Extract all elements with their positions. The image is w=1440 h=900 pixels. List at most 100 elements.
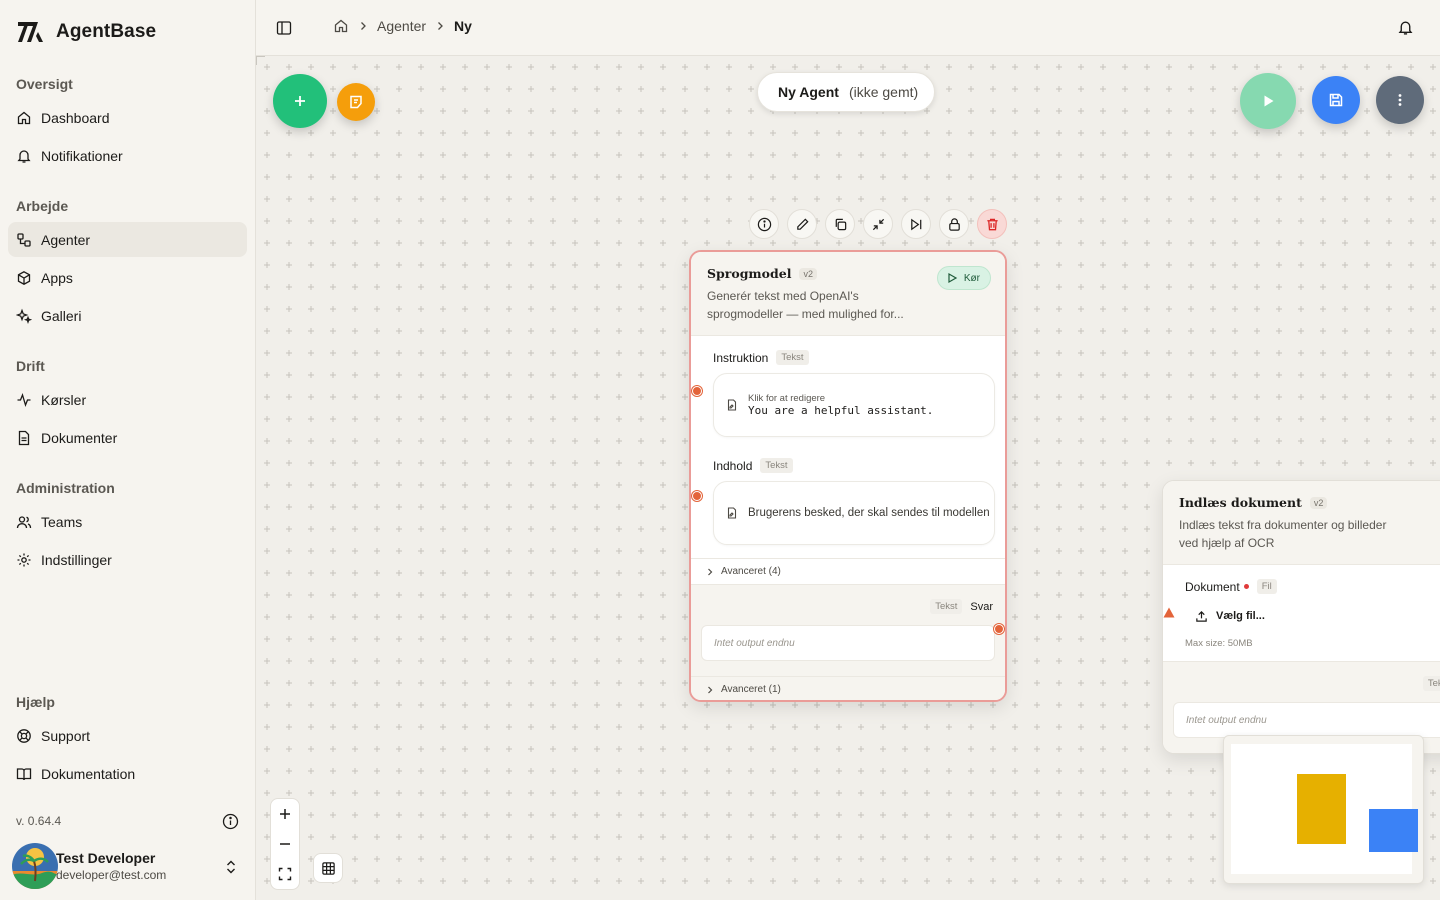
workflow-icon [17, 232, 31, 247]
sidebar-item-dokumenter[interactable]: Dokumenter [8, 420, 247, 455]
sidebar-toggle-icon[interactable] [276, 20, 292, 36]
advanced-inputs-toggle[interactable]: Avanceret (4) [691, 558, 1005, 584]
agentbase-logo-icon [18, 22, 43, 42]
add-node-button[interactable] [273, 74, 327, 128]
grid-toggle-button[interactable] [313, 853, 343, 883]
node-duplicate-button[interactable] [825, 209, 855, 239]
app-name: AgentBase [56, 21, 157, 42]
user-email: developer@test.com [56, 868, 167, 882]
field-type-badge: Tekst [776, 350, 809, 365]
sidebar-item-apps[interactable]: Apps [8, 260, 247, 295]
breadcrumb: Agenter Ny [333, 18, 472, 34]
upload-icon [1196, 610, 1207, 622]
minimap-node-sprogmodel [1297, 774, 1346, 844]
content-editor[interactable]: Brugerens besked, der skal sendes til mo… [713, 481, 995, 545]
lifebuoy-icon [17, 728, 31, 743]
node-edit-button[interactable] [787, 209, 817, 239]
field-hint: Klik for at redigere [748, 393, 826, 404]
output-section: Tekst Svar Intet output endnu [691, 584, 1005, 676]
output-type-badge: Tekst [930, 599, 963, 614]
info-icon[interactable] [222, 813, 239, 830]
topbar: Agenter Ny [256, 0, 1440, 56]
file-icon [18, 430, 30, 445]
sidebar-item-notifikationer[interactable]: Notifikationer [8, 138, 247, 173]
pencil-icon [796, 217, 809, 230]
user-name: Test Developer [56, 850, 156, 866]
node-collapse-button[interactable] [863, 209, 893, 239]
copy-icon [835, 218, 846, 230]
max-size-hint: Max size: 50MB [1185, 638, 1253, 649]
fit-view-icon[interactable] [278, 867, 292, 881]
zoom-in-icon[interactable] [278, 807, 292, 821]
more-vertical-icon [1398, 94, 1402, 106]
choose-file-button[interactable]: Vælg fil... [1185, 602, 1440, 630]
instruction-editor[interactable]: Klik for at redigere You are a helpful a… [713, 373, 995, 437]
save-button[interactable] [1312, 76, 1360, 124]
sidebar-item-indstillinger[interactable]: Indstillinger [8, 542, 247, 577]
bell-icon[interactable] [1397, 19, 1414, 36]
node-lock-button[interactable] [939, 209, 969, 239]
sidebar-item-dokumentation[interactable]: Dokumentation [8, 756, 247, 791]
advanced-outputs-toggle[interactable]: Avanceret (1) [691, 676, 1005, 700]
content-value: Brugerens besked, der skal sendes til mo… [748, 507, 990, 519]
node-run-step-button[interactable] [901, 209, 931, 239]
chevron-right-icon [708, 686, 713, 693]
breadcrumb-agenter[interactable]: Agenter [377, 18, 426, 34]
sidebar-item-korsler[interactable]: Kørsler [8, 382, 247, 417]
chevron-right-icon [438, 22, 443, 30]
avatar [12, 843, 58, 889]
minimap-viewport [1231, 744, 1418, 874]
node-description: Generér tekst med OpenAI's sprogmodeller… [707, 289, 904, 321]
agent-name: Ny Agent [778, 84, 839, 100]
edit-document-icon [727, 399, 737, 411]
edit-document-icon [727, 507, 737, 519]
brand[interactable]: AgentBase [16, 18, 156, 46]
node-delete-button[interactable] [977, 209, 1007, 239]
instruction-value: You are a helpful assistant. [748, 404, 934, 417]
output-type-badge: Tekst [1422, 676, 1440, 691]
more-options-button[interactable] [1376, 76, 1424, 124]
play-icon [948, 272, 958, 284]
sparkles-icon [16, 308, 32, 324]
sidebar-item-teams[interactable]: Teams [8, 504, 247, 539]
node-run-button[interactable]: Kør [936, 266, 991, 290]
user-menu[interactable]: Test Developer developer@test.com [12, 842, 248, 890]
run-agent-button[interactable] [1240, 73, 1296, 129]
output-port-svar[interactable] [994, 624, 1004, 634]
chevron-right-icon [708, 568, 713, 575]
sidebar-item-galleri[interactable]: Galleri [8, 298, 247, 333]
minimize-icon [872, 218, 884, 230]
sidebar-item-label: Kørsler [41, 391, 87, 408]
input-port-indhold[interactable] [692, 491, 702, 501]
users-icon [16, 515, 32, 528]
minimap[interactable] [1223, 735, 1424, 884]
zoom-out-icon[interactable] [278, 837, 292, 851]
sidebar-item-support[interactable]: Support [8, 718, 247, 753]
field-instruktion: Instruktion Tekst Klik for at redigere Y… [691, 336, 1005, 448]
advanced-label: Avanceret (4) [721, 566, 781, 577]
node-indlaes-dokument[interactable]: Indlæs dokument v2 Indlæs tekst fra doku… [1162, 480, 1440, 754]
skip-forward-icon [910, 218, 921, 230]
grid-icon [321, 861, 335, 875]
agent-name-pill[interactable]: Ny Agent (ikke gemt) [757, 72, 936, 112]
sidebar-item-agenter[interactable]: Agenter [8, 222, 247, 257]
node-sprogmodel[interactable]: Sprogmodel v2 Generér tekst med OpenAI's… [689, 250, 1007, 702]
chevron-right-icon [361, 22, 366, 30]
field-dokument: Dokument Fil Vælg fil... Max size: 50MB [1163, 565, 1440, 661]
field-label: Indhold [713, 458, 753, 473]
input-port-instruktion[interactable] [692, 386, 702, 396]
notes-button[interactable] [337, 83, 375, 121]
info-icon [757, 217, 771, 231]
gear-icon [17, 553, 31, 566]
warning-port-icon[interactable] [1163, 607, 1175, 618]
node-version-badge: v2 [1309, 496, 1328, 509]
output-label: Svar [970, 600, 993, 613]
sidebar-item-label: Dokumentation [41, 765, 136, 782]
section-title-oversigt: Oversigt [16, 76, 73, 92]
home-icon[interactable] [333, 18, 349, 34]
sidebar-item-dashboard[interactable]: Dashboard [8, 100, 247, 135]
section-title-arbejde: Arbejde [16, 198, 69, 214]
node-info-button[interactable] [749, 209, 779, 239]
lock-icon [948, 217, 960, 231]
flow-canvas[interactable]: Ny Agent (ikke gemt) Sprogmodel v2 Gener… [256, 56, 1440, 900]
